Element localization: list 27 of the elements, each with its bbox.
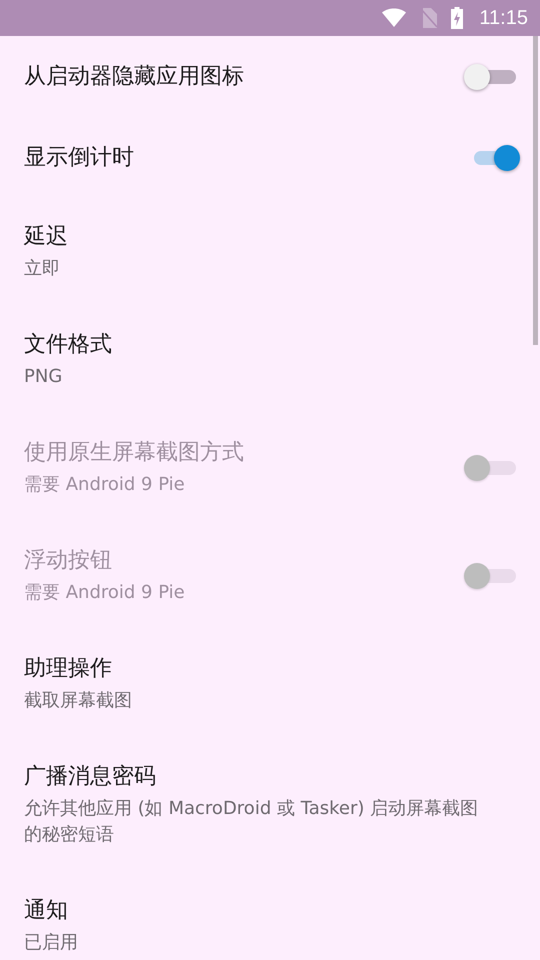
battery-charging-icon — [451, 7, 464, 29]
setting-title: 延迟 — [24, 223, 69, 251]
setting-row[interactable]: 助理操作 截取屏幕截图 — [0, 630, 540, 738]
setting-title: 浮动按钮 — [24, 547, 113, 575]
setting-row[interactable]: 从启动器隐藏应用图标 — [0, 36, 540, 117]
setting-row[interactable]: 广播消息密码 允许其他应用 (如 MacroDroid 或 Tasker) 启动屏幕截图的秘密短语 — [0, 738, 540, 872]
setting-summary: 截取屏幕截图 — [24, 689, 133, 713]
setting-title: 通知 — [24, 897, 69, 925]
setting-row[interactable]: 显示倒计时 — [0, 117, 540, 198]
setting-summary: 允许其他应用 (如 MacroDroid 或 Tasker) 启动屏幕截图的秘密短语 — [24, 797, 480, 847]
wifi-icon — [381, 8, 408, 28]
setting-summary: 需要 Android 9 Pie — [24, 473, 186, 497]
setting-title: 助理操作 — [24, 655, 113, 683]
setting-title: 广播消息密码 — [24, 763, 157, 791]
setting-summary: PNG — [24, 365, 64, 389]
setting-title: 显示倒计时 — [24, 144, 135, 172]
setting-title: 文件格式 — [24, 331, 113, 359]
setting-row[interactable]: 通知 已启用 — [0, 872, 540, 960]
setting-row[interactable]: 文件格式 PNG — [0, 306, 540, 414]
setting-summary: 已启用 — [24, 931, 79, 955]
setting-row[interactable]: 延迟 立即 — [0, 198, 540, 306]
setting-summary: 需要 Android 9 Pie — [24, 581, 186, 605]
setting-summary: 立即 — [24, 257, 61, 281]
no-sim-icon — [421, 8, 438, 28]
setting-title: 从启动器隐藏应用图标 — [24, 62, 245, 90]
clock-time: 11:15 — [479, 6, 528, 30]
setting-title: 使用原生屏幕截图方式 — [24, 439, 245, 467]
